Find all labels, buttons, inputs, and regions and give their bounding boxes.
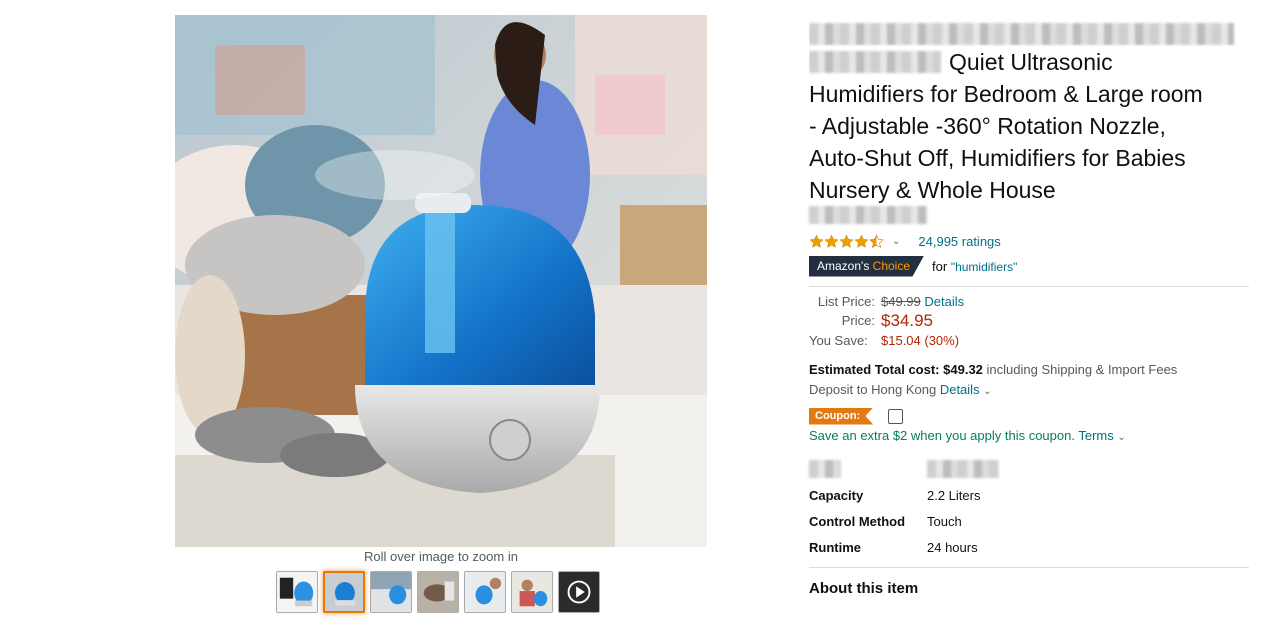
deposit-details-link[interactable]: Details [940,382,980,397]
coupon-text: Save an extra $2 when you apply this cou… [809,428,1126,443]
star-rating[interactable] [809,233,884,249]
amazons-choice-row: Amazon's Choice for "humidifiers" [809,255,1249,277]
star-icon [854,234,869,248]
price-block: List Price: $49.99 Details Price: $34.95… [809,294,1249,443]
product-details: Quiet Ultrasonic Humidifiers for Bedroom… [809,14,1249,597]
list-price-label: List Price: [817,294,875,309]
star-icon [824,234,839,248]
chevron-down-icon[interactable]: ⌄ [892,236,900,247]
star-icon [839,234,854,248]
zoom-hint: Roll over image to zoom in [364,549,518,564]
spec-row: Control Method Touch [809,513,962,529]
humidifier-photo [175,15,707,547]
thumbnail-6[interactable] [511,571,553,613]
list-price-details-link[interactable]: Details [924,294,964,309]
coupon-row: Coupon: [809,406,1249,426]
coupon-terms-link[interactable]: Terms [1078,428,1113,443]
title-line-5: Auto-Shut Off, Humidifiers for Babies [809,145,1186,171]
price-value: $34.95 [881,311,933,330]
title-line-2: Quiet Ultrasonic [809,46,1249,78]
estimated-total: Estimated Total cost: $49.32 including S… [809,362,1178,397]
coupon-checkbox[interactable] [888,408,904,424]
ratings-count-link[interactable]: 24,995 ratings [918,234,1000,249]
thumbnail-video[interactable] [558,571,600,613]
thumbnail-4[interactable] [417,571,459,613]
star-icon [809,234,824,248]
spec-row-redacted [809,456,1249,482]
thumbnail-strip [276,571,600,613]
thumbnail-5[interactable] [464,571,506,613]
thumbnail-3[interactable] [370,571,412,613]
chevron-down-icon[interactable]: ⌄ [1117,432,1125,443]
about-heading: About this item [809,580,919,597]
coupon-badge: Coupon: [809,407,874,425]
rating-row: ⌄ 24,995 ratings [809,230,1249,252]
list-price: $49.99 [881,294,921,309]
brand-store-link-redacted[interactable] [809,206,1249,228]
spec-row: Capacity 2.2 Liters [809,487,981,503]
spec-row: Runtime 24 hours [809,539,978,555]
product-title: Quiet Ultrasonic Humidifiers for Bedroom… [809,14,1249,206]
title-line-4: - Adjustable -360° Rotation Nozzle, [809,113,1166,139]
divider [809,567,1249,568]
title-line-3: Humidifiers for Bedroom & Large room [809,81,1203,107]
price-label: Price: [841,313,875,328]
chevron-down-icon[interactable]: ⌄ [983,386,991,397]
divider [809,286,1249,287]
you-save-label: You Save: [809,333,868,348]
title-line-6: Nursery & Whole House [809,177,1056,203]
half-star-icon [869,233,884,248]
choice-keyword-link[interactable]: "humidifiers" [951,260,1018,274]
thumbnail-2[interactable] [323,571,365,613]
main-product-image[interactable] [175,15,707,547]
title-line-1-redacted [809,14,1249,46]
spec-table: Capacity 2.2 Liters Control Method Touch R… [809,456,1249,560]
you-save-value: $15.04 (30%) [881,333,960,348]
choice-keyword: for "humidifiers" [932,258,1018,274]
amazons-choice-badge[interactable]: Amazon's Choice [809,255,925,277]
thumbnail-1[interactable] [276,571,318,613]
